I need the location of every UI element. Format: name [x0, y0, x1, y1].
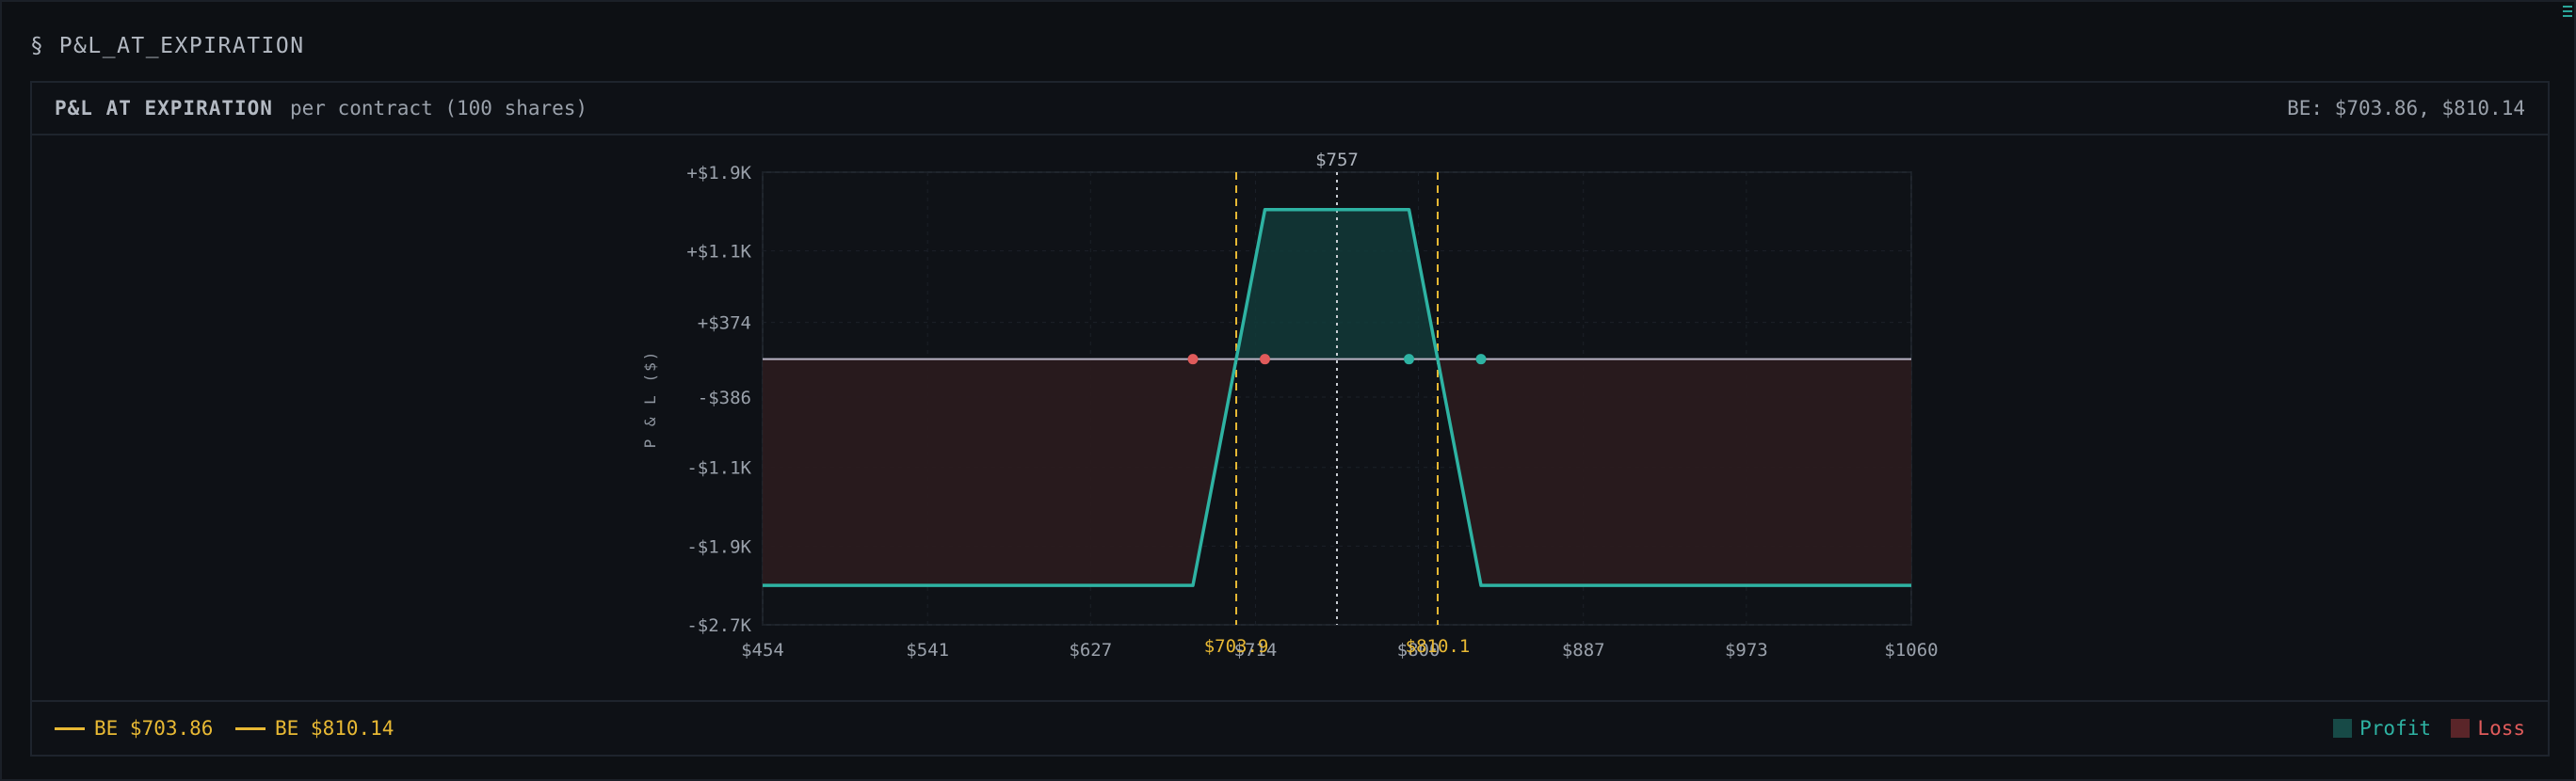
pl-chart: $757 +$1.9K +$1.1K +$374 -$386 -$1.1K -$1.9K -$… — [641, 150, 1939, 661]
strike-marker — [1475, 354, 1487, 365]
y-tick-label: -$386 — [698, 388, 751, 408]
current-price-label: $757 — [1315, 150, 1359, 170]
y-tick-label: +$1.9K — [686, 163, 751, 183]
y-tick-label: -$1.1K — [686, 458, 751, 479]
x-tick-label: $887 — [1562, 640, 1605, 661]
strike-marker — [1187, 354, 1199, 365]
x-tick-label: $973 — [1725, 640, 1768, 661]
breakeven-label: $810.1 — [1406, 636, 1471, 657]
y-tick-label: -$2.7K — [686, 615, 751, 636]
x-tick-label: $541 — [906, 640, 949, 661]
y-axis-label: P & L ($) — [641, 350, 659, 449]
y-tick-label: +$1.1K — [686, 242, 751, 263]
strike-marker — [1404, 354, 1415, 365]
y-tick-label: +$374 — [698, 313, 751, 334]
page: § P&L_AT_EXPIRATION P&L AT EXPIRATION pe… — [0, 0, 2576, 781]
x-tick-label: $627 — [1069, 640, 1112, 661]
y-tick-label: -$1.9K — [686, 536, 751, 557]
strike-marker — [1259, 354, 1270, 365]
x-tick-label: $1060 — [1884, 640, 1938, 661]
x-tick-label: $454 — [741, 640, 784, 661]
breakeven-label: $703.9 — [1204, 636, 1269, 657]
